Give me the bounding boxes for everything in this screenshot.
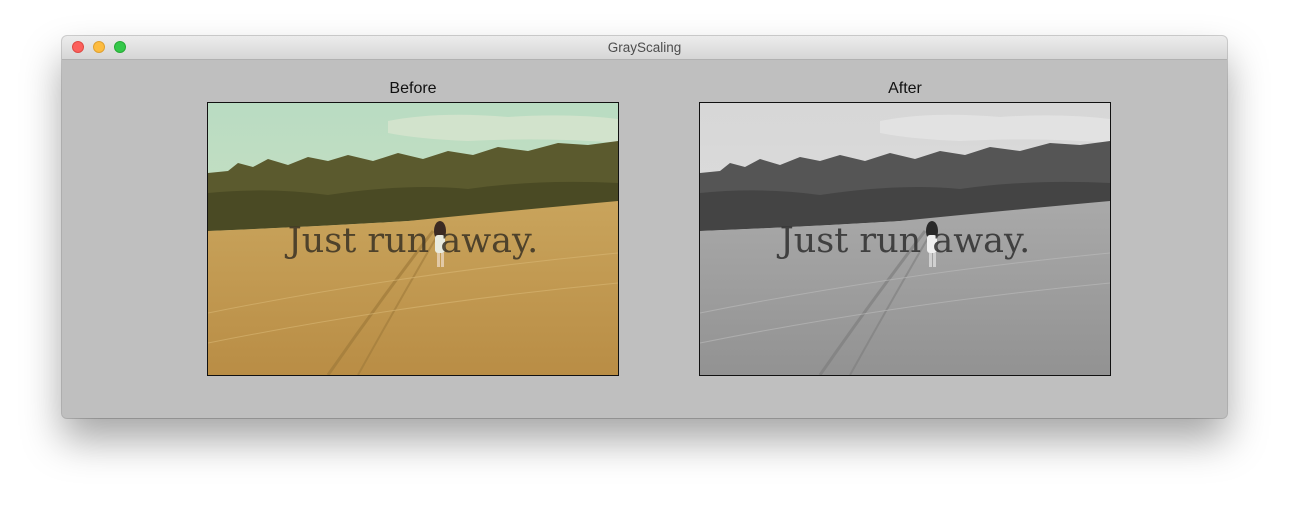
before-image: Just run away. — [207, 102, 619, 376]
app-window: GrayScaling Before Just run away. After … — [62, 36, 1227, 418]
before-photo-caption: Just run away. — [285, 221, 539, 261]
after-label: After — [888, 80, 922, 97]
title-bar[interactable]: GrayScaling — [62, 36, 1227, 60]
after-image: Just run away. — [699, 102, 1111, 376]
after-photo-caption: Just run away. — [777, 221, 1031, 261]
window-title: GrayScaling — [607, 40, 682, 55]
window-content: Before Just run away. After Just run awa… — [62, 60, 1227, 418]
before-label: Before — [389, 80, 437, 97]
